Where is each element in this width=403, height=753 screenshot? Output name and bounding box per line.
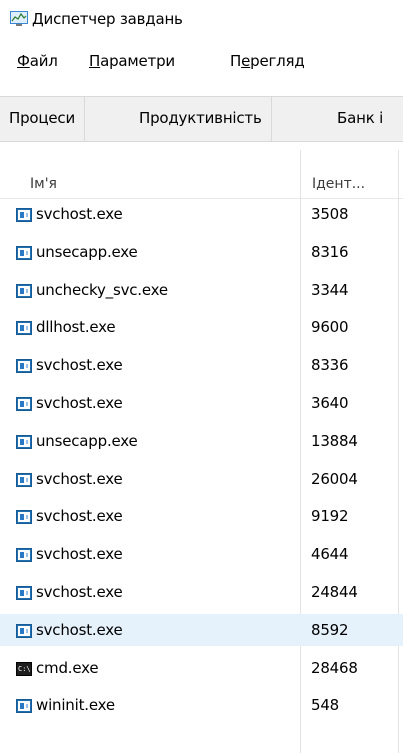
table-row[interactable]: svchost.exe 8592 [0,613,403,646]
tab-processes[interactable]: Процеси [0,97,86,141]
menu-options-label: араметри [100,52,175,70]
app-icon [16,623,32,638]
cmd-icon [16,661,32,676]
table-row[interactable]: svchost.exe 9192 [0,500,403,532]
process-pid: 9192 [311,507,349,526]
app-icon [16,359,32,374]
table-row[interactable]: svchost.exe 8336 [0,349,403,381]
app-icon [16,548,32,563]
app-icon [16,283,32,298]
process-name: svchost.exe [36,205,123,223]
tab-app-history-label: Банк і [337,109,384,127]
tab-performance-label: Продуктивність [139,109,262,127]
tab-bar: Процеси Продуктивність Банк і [0,96,403,142]
table-row[interactable]: unsecapp.exe 13884 [0,425,403,457]
process-name: dllhost.exe [36,318,116,337]
column-header-pid[interactable]: Ідент... [312,176,365,192]
app-icon [16,472,32,487]
table-row[interactable]: svchost.exe 24844 [0,576,403,608]
menu-bar: Файл Параметри Перегляд [0,48,403,78]
app-icon [16,397,32,411]
menu-view-label: регляд [250,52,305,70]
process-name: unsecapp.exe [36,242,138,261]
table-header: Ім'я Ідент... [0,150,403,199]
tab-app-history[interactable]: Банк і [328,97,392,141]
table-row[interactable]: cmd.exe 28468 [0,652,403,684]
window-title: Диспетчер завдань [32,10,183,28]
column-header-name[interactable]: Ім'я [30,176,57,192]
process-name: unsecapp.exe [36,431,138,450]
process-pid: 8316 [311,242,349,261]
process-name: svchost.exe [36,545,123,564]
menu-view[interactable]: Перегляд [230,52,305,70]
process-name: wininit.exe [36,696,115,715]
table-row[interactable]: dllhost.exe 9600 [0,311,403,343]
process-pid: 8336 [311,356,349,375]
table-row[interactable]: svchost.exe 4644 [0,538,403,570]
table-row[interactable]: svchost.exe 3640 [0,387,403,419]
menu-file-label: айл [29,52,58,70]
process-name: svchost.exe [36,620,123,639]
menu-file[interactable]: Файл [17,52,58,70]
process-name: unchecky_svc.exe [36,280,168,299]
menu-view-accel: е [241,52,251,70]
table-row[interactable]: wininit.exe 548 [0,689,403,721]
table-row[interactable]: svchost.exe 3508 [0,198,403,230]
process-pid: 3508 [311,205,349,223]
menu-file-accel: Ф [17,52,30,70]
process-pid: 3344 [311,280,349,299]
menu-options-accel: П [89,52,101,70]
process-pid: 8592 [311,620,349,639]
process-pid: 9600 [311,318,349,337]
process-pid: 13884 [311,431,358,450]
menu-view-prefix: П [230,52,242,70]
process-pid: 4644 [311,545,349,564]
app-icon [16,434,32,449]
table-row[interactable]: unchecky_svc.exe 3344 [0,274,403,306]
process-pid: 3640 [311,394,349,412]
process-name: cmd.exe [36,658,99,677]
process-pid: 548 [311,696,340,715]
app-icon [16,699,32,714]
app-icon [16,321,32,336]
table-row[interactable]: unsecapp.exe 8316 [0,236,403,268]
process-pid: 24844 [311,583,358,601]
app-icon [16,208,32,222]
menu-options[interactable]: Параметри [89,52,175,70]
process-name: svchost.exe [36,469,123,488]
process-name: svchost.exe [36,507,123,526]
tab-processes-label: Процеси [9,109,76,127]
process-pid: 26004 [311,469,358,488]
process-pid: 28468 [311,658,358,677]
process-name: svchost.exe [36,583,123,601]
app-icon [16,245,32,260]
app-icon [16,510,32,525]
process-name: svchost.exe [36,394,123,412]
app-icon [16,586,32,600]
table-row[interactable]: svchost.exe 26004 [0,463,403,495]
task-manager-icon [10,11,28,26]
tab-performance[interactable]: Продуктивність [130,97,272,141]
title-bar: Диспетчер завдань [0,0,403,40]
process-name: svchost.exe [36,356,123,375]
